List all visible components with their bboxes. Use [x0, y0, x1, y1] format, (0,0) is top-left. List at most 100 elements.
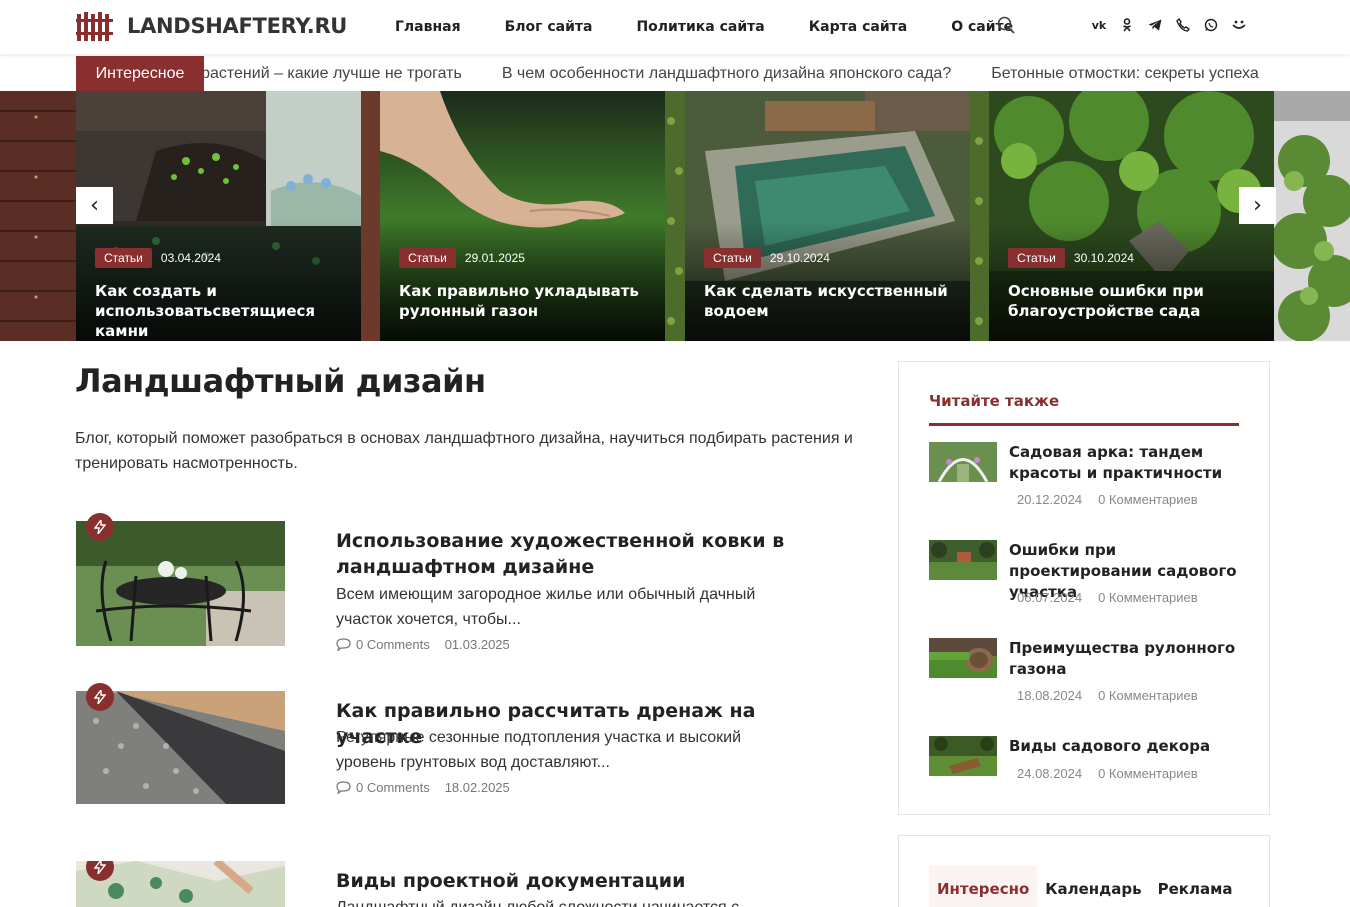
slide-gap: [970, 91, 989, 341]
ticker-label: Интересное: [76, 56, 204, 91]
slide-date: 30.10.2024: [1073, 251, 1134, 265]
ticker-item[interactable]: Обрезка растений – какие лучше не трогат…: [204, 65, 462, 83]
related-date: 18.08.2024: [1017, 688, 1083, 703]
post-thumbnail[interactable]: [76, 521, 285, 646]
related-date: 06.07.2024: [1017, 590, 1083, 605]
related-comments[interactable]: 0 Комментариев: [1098, 590, 1198, 605]
nav-sitemap[interactable]: Карта сайта: [809, 19, 907, 35]
post-card: Использование художественной ковки в лан…: [76, 513, 866, 661]
related-widget: Читайте также Садовая арка: тандем красо…: [898, 361, 1270, 815]
category-badge[interactable]: Статьи: [95, 248, 152, 268]
fence-logo-icon: [76, 12, 113, 41]
related-comments[interactable]: 0 Комментариев: [1098, 766, 1198, 781]
tabs-widget: Интересно Календарь Реклама: [898, 835, 1270, 907]
nav-blog[interactable]: Блог сайта: [505, 19, 593, 35]
slider-prev-button[interactable]: ‹: [76, 187, 113, 224]
related-comments[interactable]: 0 Комментариев: [1098, 492, 1198, 507]
featured-slider: Статьи 03.04.2024 Как создать и использо…: [0, 91, 1350, 341]
logo-text: LANDSHAFTERY.RU: [127, 14, 348, 38]
slide-image: [1274, 91, 1350, 341]
category-badge[interactable]: Статьи: [704, 248, 761, 268]
search-icon[interactable]: [997, 16, 1015, 34]
site-logo[interactable]: LANDSHAFTERY.RU: [76, 10, 347, 42]
related-item[interactable]: Ошибки при проектировании садового участ…: [929, 540, 1239, 610]
telegram-icon[interactable]: [1146, 15, 1164, 35]
slide-title[interactable]: Как сделать искусственный водоем: [704, 281, 959, 321]
related-thumbnail[interactable]: [929, 736, 997, 776]
slide-card[interactable]: Статьи 30.10.2024 Основные ошибки при бл…: [989, 91, 1274, 341]
related-title[interactable]: Виды садового декора: [1009, 736, 1244, 757]
comments-count: 0 Comments: [356, 780, 430, 795]
related-date: 20.12.2024: [1017, 492, 1083, 507]
slide-date: 29.10.2024: [769, 251, 830, 265]
related-title[interactable]: Садовая арка: тандем красоты и практично…: [1009, 442, 1244, 484]
category-badge[interactable]: Статьи: [399, 248, 456, 268]
related-thumbnail[interactable]: [929, 540, 997, 580]
post-title[interactable]: Виды проектной документации: [336, 868, 816, 894]
related-thumbnail[interactable]: [929, 442, 997, 482]
viber-icon[interactable]: [1174, 15, 1192, 35]
widget-tabs: Интересно Календарь Реклама: [929, 866, 1240, 907]
post-title[interactable]: Использование художественной ковки в лан…: [336, 528, 816, 580]
related-title[interactable]: Преимущества рулонного газона: [1009, 638, 1244, 680]
related-item[interactable]: Виды садового декора 24.08.2024 0 Коммен…: [929, 736, 1239, 786]
widget-divider: [929, 423, 1239, 426]
nav-home[interactable]: Главная: [395, 19, 461, 35]
ticker-item[interactable]: Бетонные отмостки: секреты успеха: [991, 65, 1259, 83]
slide-meta: Статьи 30.10.2024: [1008, 248, 1134, 268]
post-image: [76, 521, 285, 646]
widget-title: Читайте также: [929, 392, 1060, 410]
category-badge[interactable]: Статьи: [1008, 248, 1065, 268]
tab-ads[interactable]: Реклама: [1150, 866, 1241, 907]
slide-date: 29.01.2025: [464, 251, 525, 265]
slide-meta: Статьи 03.04.2024: [95, 248, 221, 268]
related-meta: 18.08.2024 0 Комментариев: [1017, 688, 1198, 703]
related-meta: 24.08.2024 0 Комментариев: [1017, 766, 1198, 781]
slide-edge-right: [1274, 91, 1350, 341]
slide-card[interactable]: Статьи 03.04.2024 Как создать и использо…: [76, 91, 361, 341]
slide-title[interactable]: Как правильно укладывать рулонный газон: [399, 281, 654, 321]
slide-image: [0, 91, 76, 341]
tab-calendar[interactable]: Календарь: [1037, 866, 1149, 907]
post-date: 01.03.2025: [444, 637, 510, 652]
slide-card[interactable]: Статьи 29.01.2025 Как правильно укладыва…: [380, 91, 665, 341]
slide-meta: Статьи 29.10.2024: [704, 248, 830, 268]
slide-gap: [665, 91, 685, 341]
post-excerpt: Ландшафтный дизайн любой сложности начин…: [336, 895, 776, 907]
slide-gap: [361, 91, 380, 341]
whatsapp-icon[interactable]: [1202, 15, 1220, 35]
related-meta: 20.12.2024 0 Комментариев: [1017, 492, 1198, 507]
vk-icon[interactable]: vk: [1090, 15, 1108, 35]
odnoklassniki-icon[interactable]: [1118, 15, 1136, 35]
related-meta: 06.07.2024 0 Комментариев: [1017, 590, 1198, 605]
slide-edge-left: [0, 91, 76, 341]
related-date: 24.08.2024: [1017, 766, 1083, 781]
moy-mir-icon[interactable]: [1230, 15, 1248, 35]
slide-card[interactable]: Статьи 29.10.2024 Как сделать искусствен…: [685, 91, 970, 341]
comments-link[interactable]: 0 Comments: [336, 637, 430, 652]
comments-count: 0 Comments: [356, 637, 430, 652]
post-meta: 0 Comments 18.02.2025: [336, 780, 510, 795]
comments-link[interactable]: 0 Comments: [336, 780, 430, 795]
ticker-item[interactable]: В чем особенности ландшафтного дизайна я…: [502, 65, 951, 83]
post-excerpt: Всем имеющим загородное жилье или обычны…: [336, 586, 756, 628]
slide-meta: Статьи 29.01.2025: [399, 248, 525, 268]
nav-policy[interactable]: Политика сайта: [636, 19, 764, 35]
related-thumbnail[interactable]: [929, 638, 997, 678]
site-header: LANDSHAFTERY.RU Главная Блог сайта Полит…: [0, 0, 1350, 54]
social-links: vk: [1090, 15, 1258, 35]
post-card: Виды проектной документации Ландшафтный …: [76, 861, 866, 907]
ticker-track: Обрезка растений – какие лучше не трогат…: [204, 56, 1276, 91]
post-date: 18.02.2025: [444, 780, 510, 795]
related-item[interactable]: Преимущества рулонного газона 18.08.2024…: [929, 638, 1239, 708]
comment-icon: [336, 638, 351, 651]
related-comments[interactable]: 0 Комментариев: [1098, 688, 1198, 703]
related-item[interactable]: Садовая арка: тандем красоты и практично…: [929, 442, 1239, 512]
page-description: Блог, который поможет разобраться в осно…: [75, 430, 853, 472]
slide-title[interactable]: Основные ошибки при благоустройстве сада: [1008, 281, 1263, 321]
slide-date: 03.04.2024: [160, 251, 221, 265]
tab-interesting[interactable]: Интересно: [929, 866, 1038, 907]
slider-next-button[interactable]: ›: [1239, 187, 1276, 224]
slide-title[interactable]: Как создать и использоватьсветящиеся кам…: [95, 281, 350, 341]
post-excerpt: Регулярные сезонные подтопления участка …: [336, 729, 742, 771]
